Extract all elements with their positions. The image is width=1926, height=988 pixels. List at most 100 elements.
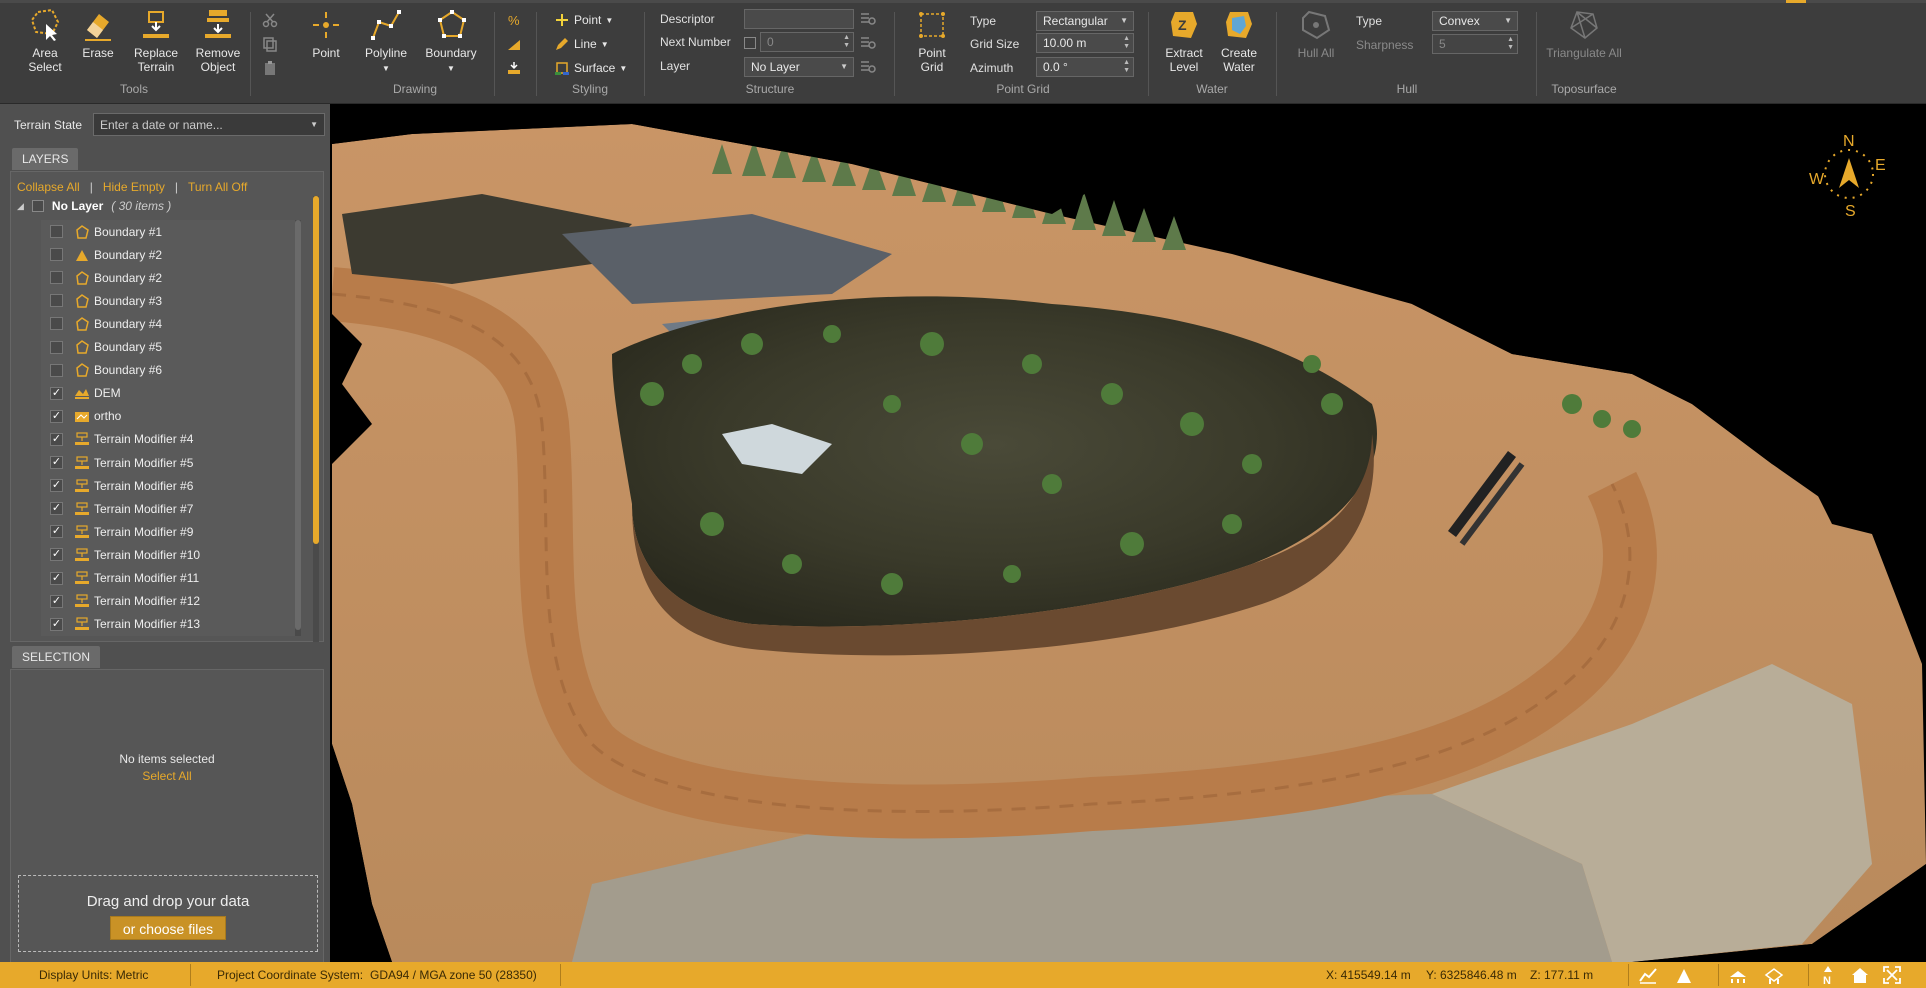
polyline-button[interactable]: Polyline ▼ xyxy=(358,8,414,76)
layer-checkbox[interactable]: ✓ xyxy=(50,409,63,423)
erase-button[interactable]: Erase xyxy=(76,8,120,60)
styling-point-dropdown[interactable]: Point ▼ xyxy=(554,12,613,28)
next-number-input[interactable]: 0 ▲ ▼ xyxy=(760,32,854,52)
elevation-icon[interactable] xyxy=(506,60,522,76)
copy-icon[interactable] xyxy=(262,36,278,52)
compass[interactable]: N E S W xyxy=(1809,128,1889,220)
compass-w: W xyxy=(1809,171,1825,188)
layer-checkbox[interactable]: ✓ xyxy=(50,617,63,631)
boundary-icon-wrap xyxy=(74,270,94,285)
layer-item[interactable]: Boundary #4 xyxy=(41,312,162,335)
modifier-icon-wrap xyxy=(74,478,94,493)
layer-group-header[interactable]: ◢ No Layer ( 30 items ) xyxy=(17,199,171,213)
display-units[interactable]: Display Units: Metric xyxy=(39,968,148,982)
layer-checkbox[interactable] xyxy=(50,363,63,377)
triangulate-all-button[interactable]: Triangulate All xyxy=(1544,8,1624,60)
project-cs-value[interactable]: GDA94 / MGA zone 50 (28350) xyxy=(370,968,537,982)
layer-item[interactable]: ✓ Terrain Modifier #13 xyxy=(41,613,200,636)
extract-level-button[interactable]: Z Extract Level xyxy=(1160,8,1208,74)
styling-line-dropdown[interactable]: Line ▼ xyxy=(554,36,609,52)
select-all-link[interactable]: Select All xyxy=(11,769,323,783)
scissors-icon[interactable] xyxy=(262,12,278,28)
descriptor-input[interactable] xyxy=(744,9,854,29)
layer-item[interactable]: ✓ Terrain Modifier #10 xyxy=(41,543,200,566)
layer-checkbox[interactable]: ✓ xyxy=(50,594,63,608)
hull-type-select[interactable]: Convex ▼ xyxy=(1432,11,1518,31)
layer-item[interactable]: ✓ Terrain Modifier #6 xyxy=(41,474,193,497)
remove-object-label: Remove Object xyxy=(195,46,241,74)
grade-icon[interactable] xyxy=(506,36,522,52)
layer-checkbox[interactable] xyxy=(50,248,63,262)
layer-item[interactable]: ✓ Terrain Modifier #11 xyxy=(41,567,199,590)
terrain-view-icon[interactable] xyxy=(1728,965,1748,985)
layer-checkbox[interactable]: ✓ xyxy=(50,386,63,400)
grid-size-input[interactable]: 10.00 m ▲ ▼ xyxy=(1036,33,1134,53)
hide-empty-link[interactable]: Hide Empty xyxy=(103,180,165,194)
layer-checkbox[interactable] xyxy=(50,294,63,308)
layers-panel-scrollbar[interactable] xyxy=(313,196,319,642)
layer-checkbox[interactable]: ✓ xyxy=(50,432,63,446)
area-select-button[interactable]: Area Select xyxy=(20,8,70,74)
create-water-button[interactable]: Create Water xyxy=(1214,8,1264,74)
layer-checkbox[interactable]: ✓ xyxy=(50,548,63,562)
layer-item[interactable]: Boundary #6 xyxy=(41,359,162,382)
remove-object-button[interactable]: Remove Object xyxy=(190,8,246,74)
layer-checkbox[interactable] xyxy=(50,340,63,354)
terrain-3d-viewport[interactable] xyxy=(332,104,1926,962)
list-settings-icon[interactable] xyxy=(860,12,876,26)
layer-item[interactable]: ✓ Terrain Modifier #12 xyxy=(41,590,200,613)
turn-all-off-link[interactable]: Turn All Off xyxy=(188,180,247,194)
percent-icon[interactable]: % xyxy=(506,12,522,28)
tab-layers[interactable]: LAYERS xyxy=(12,148,79,170)
layer-item[interactable]: ✓ Terrain Modifier #9 xyxy=(41,520,193,543)
paste-icon[interactable] xyxy=(262,60,278,76)
azimuth-input[interactable]: 0.0 ° ▲ ▼ xyxy=(1036,57,1134,77)
layer-item[interactable]: ✓ ortho xyxy=(41,405,121,428)
layer-item[interactable]: ✓ DEM xyxy=(41,382,121,405)
styling-surface-dropdown[interactable]: Surface ▼ xyxy=(554,60,627,76)
layer-checkbox[interactable]: ✓ xyxy=(50,479,63,493)
grid-type-select[interactable]: Rectangular ▼ xyxy=(1036,11,1134,31)
hull-all-button[interactable]: Hull All xyxy=(1292,8,1340,60)
layer-item[interactable]: Boundary #5 xyxy=(41,336,162,359)
plus-icon xyxy=(556,14,568,26)
tab-selection[interactable]: SELECTION xyxy=(12,646,101,668)
choose-files-button[interactable]: or choose files xyxy=(110,916,226,940)
layer-item[interactable]: Boundary #1 xyxy=(41,220,162,243)
layer-item[interactable]: ✓ Terrain Modifier #4 xyxy=(41,428,193,451)
layer-item[interactable]: Boundary #3 xyxy=(41,289,162,312)
terrain-state-input[interactable]: Enter a date or name... ▼ xyxy=(93,113,325,136)
boundary-button[interactable]: Boundary ▼ xyxy=(420,8,482,76)
list-settings-icon[interactable] xyxy=(860,60,876,74)
layer-checkbox[interactable] xyxy=(50,271,63,285)
layer-checkbox[interactable]: ✓ xyxy=(50,502,63,516)
group-checkbox[interactable] xyxy=(31,200,44,212)
layer-select[interactable]: No Layer ▼ xyxy=(744,57,854,77)
profile-chart-icon[interactable] xyxy=(1638,965,1658,985)
layer-item[interactable]: ✓ Terrain Modifier #5 xyxy=(41,451,193,474)
grid-view-icon[interactable] xyxy=(1764,965,1784,985)
list-settings-icon[interactable] xyxy=(860,36,876,50)
layer-checkbox[interactable]: ✓ xyxy=(50,525,63,539)
layer-checkbox[interactable] xyxy=(50,225,63,238)
layer-item[interactable]: ✓ Terrain Modifier #7 xyxy=(41,497,193,520)
point-button[interactable]: Point xyxy=(302,8,350,60)
north-arrow-icon[interactable]: N xyxy=(1818,965,1838,985)
layer-item[interactable]: Boundary #2 xyxy=(41,243,162,266)
layer-checkbox[interactable] xyxy=(50,317,63,331)
sharpness-input[interactable]: 5 ▲ ▼ xyxy=(1432,34,1518,54)
replace-terrain-button[interactable]: Replace Terrain xyxy=(128,8,184,74)
layer-list-scrollbar[interactable] xyxy=(295,220,301,636)
drop-zone[interactable]: Drag and drop your data or choose files xyxy=(18,875,318,952)
point-grid-button[interactable]: Point Grid xyxy=(910,8,954,74)
next-number-checkbox[interactable] xyxy=(744,37,756,49)
home-icon[interactable] xyxy=(1850,965,1870,985)
layer-item[interactable]: Boundary #2 xyxy=(41,266,162,289)
volume-icon[interactable] xyxy=(1674,965,1694,985)
collapse-all-link[interactable]: Collapse All xyxy=(17,180,80,194)
layer-checkbox[interactable]: ✓ xyxy=(50,571,63,585)
fullscreen-icon[interactable] xyxy=(1882,965,1902,985)
layer-checkbox[interactable]: ✓ xyxy=(50,456,63,469)
collapse-triangle-icon[interactable]: ◢ xyxy=(17,201,24,212)
boundary-layer-icon xyxy=(76,270,89,285)
